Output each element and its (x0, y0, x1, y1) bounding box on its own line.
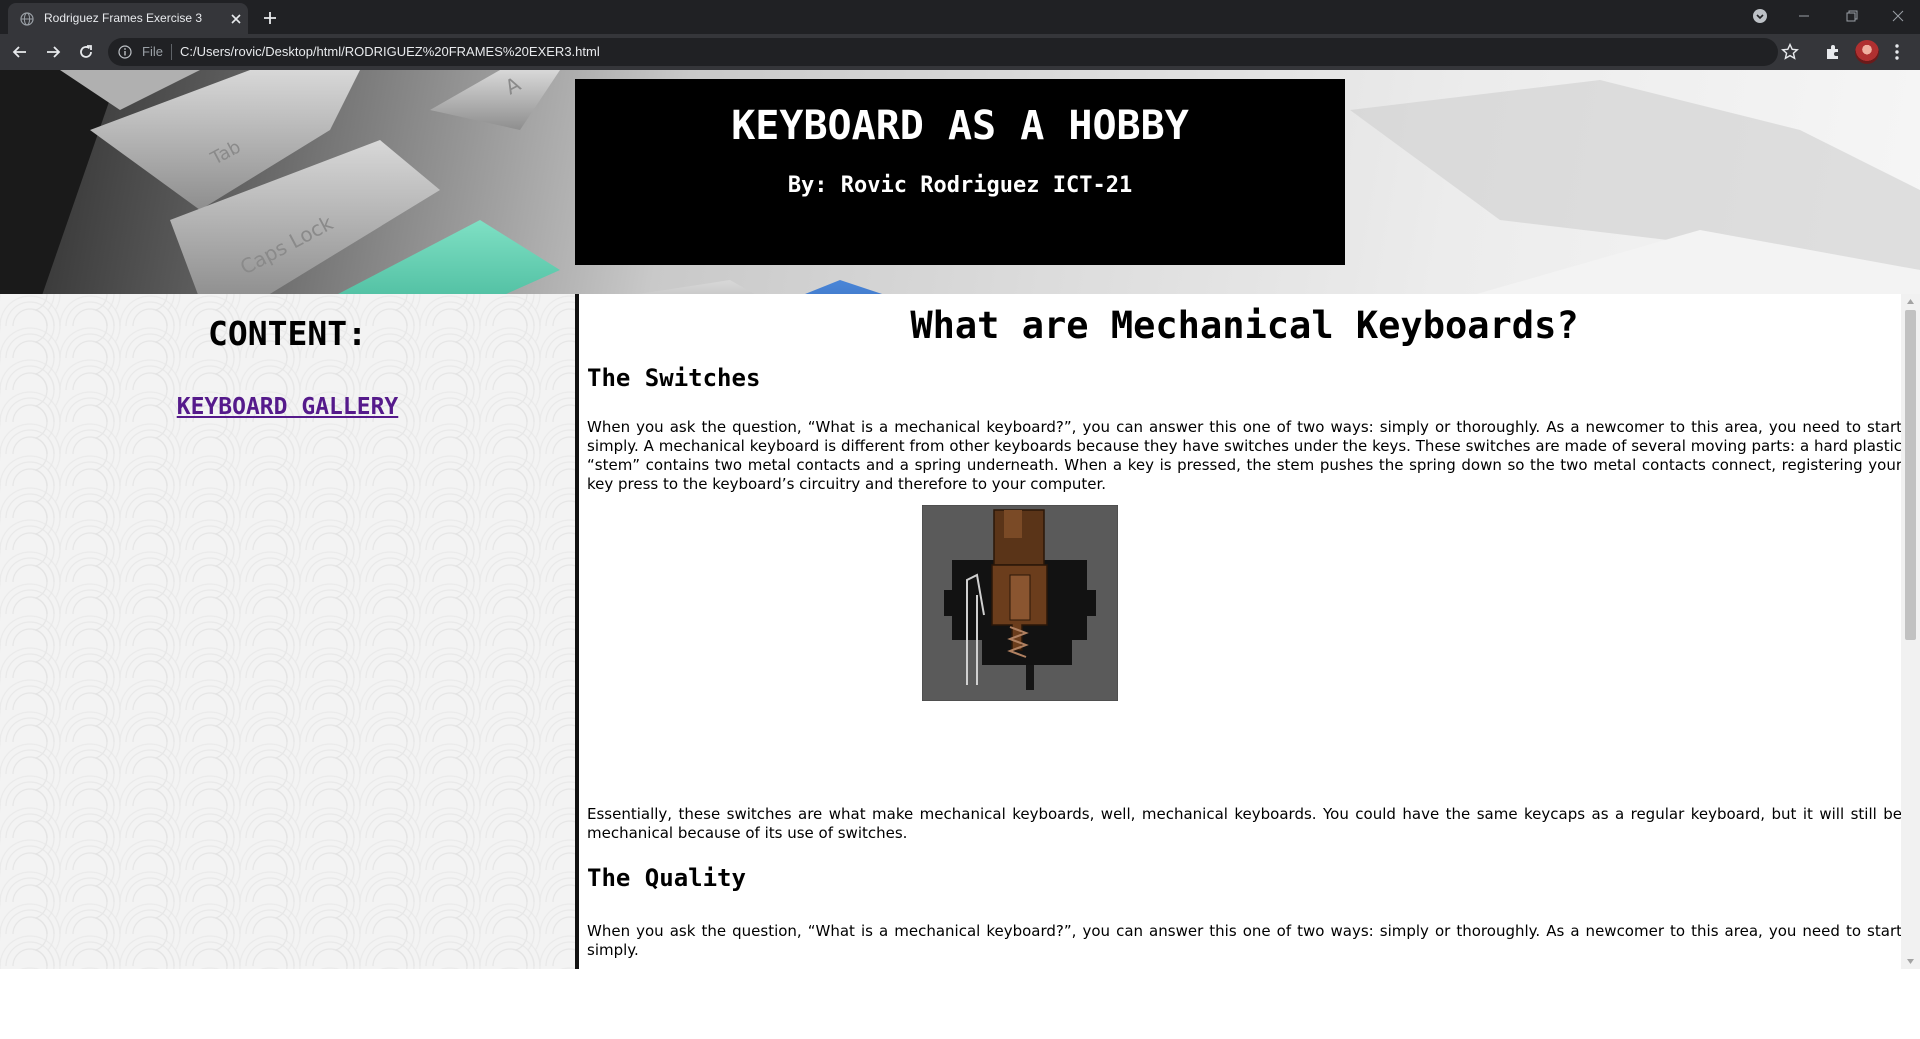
avatar[interactable] (1855, 40, 1879, 64)
browser-toolbar: File C:/Users/rovic/Desktop/html/RODRIGU… (0, 34, 1920, 70)
navigation-frame: CONTENT: KEYBOARD GALLERY (0, 294, 575, 969)
forward-arrow-icon[interactable] (43, 42, 63, 62)
browser-tab[interactable]: Rodriguez Frames Exercise 3 (8, 3, 248, 34)
close-icon[interactable] (228, 11, 244, 27)
article-title: What are Mechanical Keyboards? (910, 304, 1579, 347)
keyboard-gallery-link[interactable]: KEYBOARD GALLERY (0, 394, 575, 420)
title-box: KEYBOARD AS A HOBBY By: Rovic Rodriguez … (575, 79, 1345, 265)
content-heading: CONTENT: (208, 314, 367, 353)
plus-icon[interactable] (258, 6, 282, 30)
page-title: KEYBOARD AS A HOBBY (731, 103, 1189, 149)
reload-icon[interactable] (76, 42, 96, 62)
address-separator (171, 44, 172, 60)
kebab-menu-icon[interactable] (1887, 42, 1907, 62)
section-heading-quality: The Quality (587, 864, 746, 892)
scroll-down-icon[interactable] (1906, 957, 1915, 966)
back-arrow-icon[interactable] (10, 42, 30, 62)
info-icon[interactable] (118, 45, 132, 59)
address-bar[interactable]: File C:/Users/rovic/Desktop/html/RODRIGU… (108, 38, 1778, 66)
restore-icon[interactable] (1833, 4, 1869, 28)
tab-title: Rodriguez Frames Exercise 3 (44, 11, 203, 25)
content-scrollbar[interactable] (1901, 294, 1920, 969)
article: What are Mechanical Keyboards? The Switc… (587, 294, 1901, 959)
content-frame: What are Mechanical Keyboards? The Switc… (579, 294, 1901, 969)
section-heading-switches: The Switches (587, 364, 761, 392)
paragraph: When you ask the question, “What is a me… (587, 418, 1901, 493)
scroll-up-icon[interactable] (1906, 297, 1915, 306)
window-close-icon[interactable] (1880, 4, 1916, 28)
address-url[interactable]: C:/Users/rovic/Desktop/html/RODRIGUEZ%20… (180, 44, 600, 59)
scroll-thumb[interactable] (1905, 310, 1916, 640)
tab-strip: Rodriguez Frames Exercise 3 (0, 0, 1920, 34)
globe-icon (20, 12, 34, 26)
minimize-icon[interactable] (1786, 4, 1822, 28)
address-scheme: File (142, 44, 163, 59)
puzzle-icon[interactable] (1823, 42, 1843, 62)
byline: By: Rovic Rodriguez ICT-21 (787, 173, 1133, 198)
paragraph: When you ask the question, “What is a me… (587, 922, 1901, 959)
paragraph: Essentially, these switches are what mak… (587, 805, 1901, 842)
switch-image (922, 505, 1118, 701)
tab-search-icon[interactable] (1742, 4, 1778, 28)
star-icon[interactable] (1780, 42, 1800, 62)
